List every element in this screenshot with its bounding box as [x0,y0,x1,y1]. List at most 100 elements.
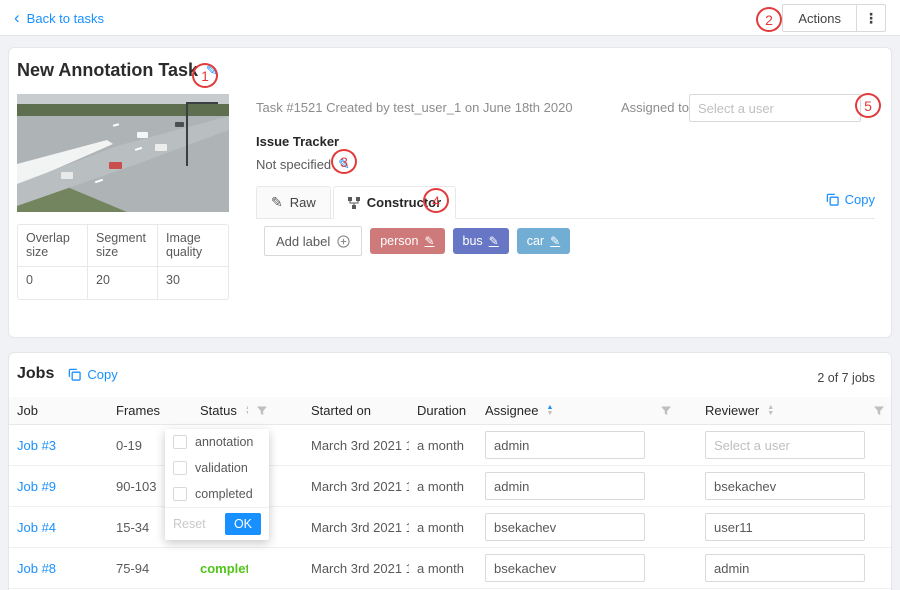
annotation-marker-5: 5 [855,93,881,118]
jobs-table-header-row: Job Frames Status ▲▼ Started on Duration… [9,397,891,425]
assignee-filter-cell[interactable] [652,405,697,417]
job-link[interactable]: Job #3 [17,438,56,453]
filter-option-annotation[interactable]: annotation [165,429,269,455]
assignee-input[interactable] [485,472,645,500]
task-preview-image [17,94,229,212]
status-cell: completed ? [192,561,248,576]
edit-label-car-icon[interactable]: ✎ [550,234,560,248]
vertical-ellipsis-icon: ⋮ [864,10,878,26]
col-reviewer[interactable]: Reviewer ▲▼ [697,403,865,418]
issue-tracker-label: Issue Tracker [256,134,339,149]
job-link[interactable]: Job #4 [17,520,56,535]
task-parameters-table: Overlap size Segment size Image quality … [17,224,229,300]
label-chip-car-name: car [527,234,544,248]
chevron-left-icon: ‹ [14,9,20,26]
jobs-count-label: 2 of 7 jobs [817,371,875,385]
checkbox-annotation[interactable] [173,435,187,449]
label-chip-bus[interactable]: bus ✎ [453,228,509,254]
labels-copy-link[interactable]: Copy [826,192,875,207]
raw-pencil-icon: ✎ [271,194,283,211]
parameters-header-row: Overlap size Segment size Image quality [18,225,228,267]
col-job: Job [9,403,108,418]
started-on-cell: March 3rd 2021 16:03 [303,438,409,453]
status-text: completed [200,561,248,576]
status-filter-cell[interactable] [248,405,303,417]
issue-tracker-value: Not specified [256,157,331,172]
overlap-size-header: Overlap size [18,225,88,267]
jobs-copy-link[interactable]: Copy [68,367,117,382]
reviewer-filter-icon[interactable] [873,405,885,417]
jobs-header: Jobs Copy [17,365,118,383]
actions-button-group: Actions ⋮ [782,4,886,32]
label-chip-bus-name: bus [463,234,483,248]
table-row: Job #3 0-19 March 3rd 2021 16:03 a month [9,425,891,466]
copy-icon [68,368,81,381]
segment-size-header: Segment size [88,225,158,267]
reviewer-input[interactable] [705,472,865,500]
label-constructor-row: Add label person ✎ bus ✎ car ✎ [264,226,570,256]
filter-option-validation[interactable]: validation [165,455,269,481]
checkbox-completed[interactable] [173,487,187,501]
reviewer-filter-cell[interactable] [865,405,891,417]
annotation-marker-3: 3 [331,149,357,174]
more-menu-button[interactable]: ⋮ [856,4,886,32]
annotation-marker-1: 1 [192,63,218,88]
parameters-value-row: 0 20 30 [18,267,228,299]
filter-option-completed[interactable]: completed [165,481,269,507]
duration-cell: a month [409,438,477,453]
assignee-input[interactable] [485,431,645,459]
reviewer-input[interactable] [705,431,865,459]
assigned-to-label: Assigned to [621,94,689,122]
back-to-tasks-link[interactable]: ‹ Back to tasks [14,0,104,36]
task-meta-text: Task #1521 Created by test_user_1 on Jun… [256,94,573,122]
filter-dropdown-footer: Reset OK [165,507,269,540]
status-filter-dropdown: annotation validation completed Reset OK [165,429,269,540]
assignee-input[interactable] [485,513,645,541]
job-link[interactable]: Job #9 [17,479,56,494]
assignee-sorter[interactable]: ▲▼ [546,405,553,417]
road-scene-thumbnail [17,94,229,212]
overlap-size-value: 0 [18,267,88,299]
filter-ok-button[interactable]: OK [225,513,261,535]
add-label-button[interactable]: Add label [264,226,362,256]
actions-button[interactable]: Actions [782,4,856,32]
reviewer-input[interactable] [705,554,865,582]
frames-cell: 75-94 [108,561,192,576]
col-status-label: Status [200,403,237,418]
filter-reset-button[interactable]: Reset [173,517,206,531]
jobs-table: Job Frames Status ▲▼ Started on Duration… [9,397,891,589]
labels-copy-label: Copy [845,192,875,207]
task-details-card: New Annotation Task ✎ [8,47,892,338]
tab-raw-label: Raw [290,195,316,210]
task-title: New Annotation Task [17,60,198,81]
table-row: Job #9 90-103 March 3rd 2021 16:03 a mon… [9,466,891,507]
assignee-filter-icon[interactable] [660,405,672,417]
annotation-marker-2: 2 [756,7,782,32]
image-quality-header: Image quality [158,225,228,267]
reviewer-input[interactable] [705,513,865,541]
jobs-title: Jobs [17,365,54,383]
task-assignee-input[interactable] [689,94,861,122]
reviewer-sorter[interactable]: ▲▼ [767,405,774,417]
started-on-cell: March 3rd 2021 16:03 [303,561,409,576]
started-on-cell: March 3rd 2021 16:03 [303,520,409,535]
status-filter-icon[interactable] [256,405,268,417]
label-chip-car[interactable]: car ✎ [517,228,570,254]
job-link[interactable]: Job #8 [17,561,56,576]
label-chip-person[interactable]: person ✎ [370,228,444,254]
checkbox-validation[interactable] [173,461,187,475]
edit-label-person-icon[interactable]: ✎ [424,234,434,248]
col-status[interactable]: Status ▲▼ [192,403,248,418]
jobs-card: Jobs Copy 2 of 7 jobs Job Frames Status … [8,352,892,590]
col-assignee[interactable]: Assignee ▲▼ [477,403,652,418]
filter-option-completed-label: completed [195,487,253,501]
edit-label-bus-icon[interactable]: ✎ [489,234,499,248]
col-started-on: Started on [303,403,409,418]
tab-raw[interactable]: ✎ Raw [256,186,331,218]
assignee-input[interactable] [485,554,645,582]
add-label-text: Add label [276,234,330,249]
segment-size-value: 20 [88,267,158,299]
plus-circle-icon [337,235,350,248]
task-page: ‹ Back to tasks Actions ⋮ New Annotation… [0,0,900,590]
constructor-icon [348,197,360,209]
